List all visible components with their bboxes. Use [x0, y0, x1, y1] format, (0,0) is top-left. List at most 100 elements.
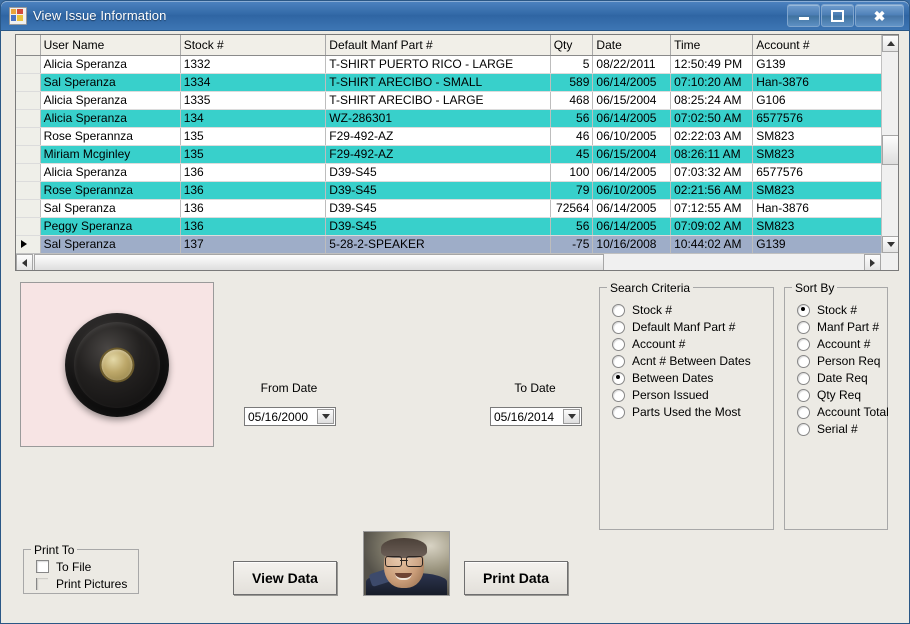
column-header-indicator[interactable]	[16, 35, 40, 55]
sort-by-radio-icon[interactable]	[797, 389, 810, 402]
search-criteria-radio-icon[interactable]	[612, 321, 625, 334]
sort-by-radio-icon[interactable]	[797, 338, 810, 351]
cell-user-name[interactable]: Peggy Speranza	[40, 217, 180, 235]
table-row[interactable]: Rose Sperannza136D39-S457906/10/200502:2…	[16, 181, 898, 199]
sort-by-option[interactable]: Account Total	[785, 404, 887, 420]
cell-user-name[interactable]: Alicia Speranza	[40, 91, 180, 109]
cell-part[interactable]: D39-S45	[326, 181, 550, 199]
cell-date[interactable]: 06/10/2005	[593, 181, 671, 199]
row-indicator-cell[interactable]	[16, 199, 40, 217]
sort-by-option[interactable]: Date Req	[785, 370, 887, 386]
cell-part[interactable]: F29-492-AZ	[326, 127, 550, 145]
table-row[interactable]: Sal Speranza136D39-S457256406/14/200507:…	[16, 199, 898, 217]
print-data-button[interactable]: Print Data	[464, 561, 568, 595]
sort-by-radio-icon[interactable]	[797, 406, 810, 419]
cell-stock[interactable]: 136	[180, 181, 326, 199]
column-header-user-name[interactable]: User Name	[40, 35, 180, 55]
table-row[interactable]: Alicia Speranza136D39-S4510006/14/200507…	[16, 163, 898, 181]
cell-account[interactable]: SM823	[753, 145, 884, 163]
cell-time[interactable]: 12:50:49 PM	[671, 55, 753, 73]
row-indicator-cell[interactable]	[16, 109, 40, 127]
column-header-qty[interactable]: Qty	[550, 35, 593, 55]
cell-qty[interactable]: 46	[550, 127, 593, 145]
cell-date[interactable]: 06/15/2004	[593, 145, 671, 163]
cell-qty[interactable]: 5	[550, 55, 593, 73]
search-criteria-option[interactable]: Acnt # Between Dates	[600, 353, 773, 369]
sort-by-radio-icon[interactable]	[797, 372, 810, 385]
sort-by-radio-icon[interactable]	[797, 423, 810, 436]
sort-by-option[interactable]: Person Req	[785, 353, 887, 369]
table-row[interactable]: Miriam Mcginley135F29-492-AZ4506/15/2004…	[16, 145, 898, 163]
table-row[interactable]: Sal Speranza1334T-SHIRT ARECIBO - SMALL5…	[16, 73, 898, 91]
cell-qty[interactable]: 72564	[550, 199, 593, 217]
cell-account[interactable]: 6577576	[753, 163, 884, 181]
search-criteria-option[interactable]: Parts Used the Most	[600, 404, 773, 420]
search-criteria-radio-icon[interactable]	[612, 406, 625, 419]
column-header-date[interactable]: Date	[593, 35, 671, 55]
column-header-time[interactable]: Time	[671, 35, 753, 55]
print-to-option[interactable]: To File	[24, 558, 138, 575]
cell-qty[interactable]: -75	[550, 235, 593, 253]
cell-stock[interactable]: 1332	[180, 55, 326, 73]
cell-qty[interactable]: 79	[550, 181, 593, 199]
cell-date[interactable]: 06/14/2005	[593, 199, 671, 217]
cell-stock[interactable]: 136	[180, 217, 326, 235]
row-indicator-cell[interactable]	[16, 91, 40, 109]
cell-date[interactable]: 10/16/2008	[593, 235, 671, 253]
scroll-left-button[interactable]	[16, 254, 33, 271]
table-row[interactable]: Sal Speranza1375-28-2-SPEAKER-7510/16/20…	[16, 235, 898, 253]
search-criteria-option[interactable]: Person Issued	[600, 387, 773, 403]
row-indicator-cell[interactable]	[16, 181, 40, 199]
cell-stock[interactable]: 137	[180, 235, 326, 253]
print-to-option[interactable]: Print Pictures	[24, 575, 138, 592]
cell-account[interactable]: SM823	[753, 181, 884, 199]
sort-by-radio-icon[interactable]	[797, 355, 810, 368]
grid-vertical-scrollbar[interactable]	[881, 35, 898, 253]
cell-user-name[interactable]: Rose Sperannza	[40, 181, 180, 199]
cell-user-name[interactable]: Miriam Mcginley	[40, 145, 180, 163]
cell-part[interactable]: F29-492-AZ	[326, 145, 550, 163]
sort-by-radio-icon[interactable]	[797, 304, 810, 317]
cell-date[interactable]: 08/22/2011	[593, 55, 671, 73]
cell-part[interactable]: D39-S45	[326, 163, 550, 181]
cell-time[interactable]: 02:21:56 AM	[671, 181, 753, 199]
issue-data-grid[interactable]: User Name Stock # Default Manf Part # Qt…	[15, 34, 899, 271]
minimize-button[interactable]	[787, 4, 820, 27]
row-indicator-cell[interactable]	[16, 73, 40, 91]
cell-stock[interactable]: 1334	[180, 73, 326, 91]
cell-user-name[interactable]: Alicia Speranza	[40, 163, 180, 181]
to-date-picker[interactable]: 05/16/2014	[490, 407, 582, 426]
cell-date[interactable]: 06/14/2005	[593, 109, 671, 127]
search-criteria-radio-icon[interactable]	[612, 372, 625, 385]
cell-part[interactable]: WZ-286301	[326, 109, 550, 127]
from-date-dropdown-button[interactable]	[317, 409, 334, 424]
cell-part[interactable]: T-SHIRT PUERTO RICO - LARGE	[326, 55, 550, 73]
cell-user-name[interactable]: Sal Speranza	[40, 73, 180, 91]
cell-time[interactable]: 02:22:03 AM	[671, 127, 753, 145]
cell-user-name[interactable]: Alicia Speranza	[40, 109, 180, 127]
table-row[interactable]: Rose Sperannza135F29-492-AZ4606/10/20050…	[16, 127, 898, 145]
cell-stock[interactable]: 136	[180, 199, 326, 217]
column-header-stock[interactable]: Stock #	[180, 35, 326, 55]
search-criteria-option[interactable]: Default Manf Part #	[600, 319, 773, 335]
table-row[interactable]: Alicia Speranza1332T-SHIRT PUERTO RICO -…	[16, 55, 898, 73]
sort-by-option[interactable]: Serial #	[785, 421, 887, 437]
cell-time[interactable]: 07:02:50 AM	[671, 109, 753, 127]
search-criteria-radio-icon[interactable]	[612, 338, 625, 351]
cell-account[interactable]: 6577576	[753, 109, 884, 127]
table-row[interactable]: Alicia Speranza1335T-SHIRT ARECIBO - LAR…	[16, 91, 898, 109]
cell-qty[interactable]: 468	[550, 91, 593, 109]
column-header-part[interactable]: Default Manf Part #	[326, 35, 550, 55]
to-date-dropdown-button[interactable]	[563, 409, 580, 424]
cell-user-name[interactable]: Rose Sperannza	[40, 127, 180, 145]
cell-date[interactable]: 06/14/2005	[593, 163, 671, 181]
scroll-up-button[interactable]	[882, 35, 899, 52]
cell-part[interactable]: T-SHIRT ARECIBO - LARGE	[326, 91, 550, 109]
search-criteria-option[interactable]: Account #	[600, 336, 773, 352]
cell-qty[interactable]: 56	[550, 109, 593, 127]
cell-part[interactable]: D39-S45	[326, 199, 550, 217]
search-criteria-radio-icon[interactable]	[612, 355, 625, 368]
horizontal-scroll-thumb[interactable]	[34, 254, 604, 271]
cell-time[interactable]: 08:25:24 AM	[671, 91, 753, 109]
sort-by-option[interactable]: Account #	[785, 336, 887, 352]
